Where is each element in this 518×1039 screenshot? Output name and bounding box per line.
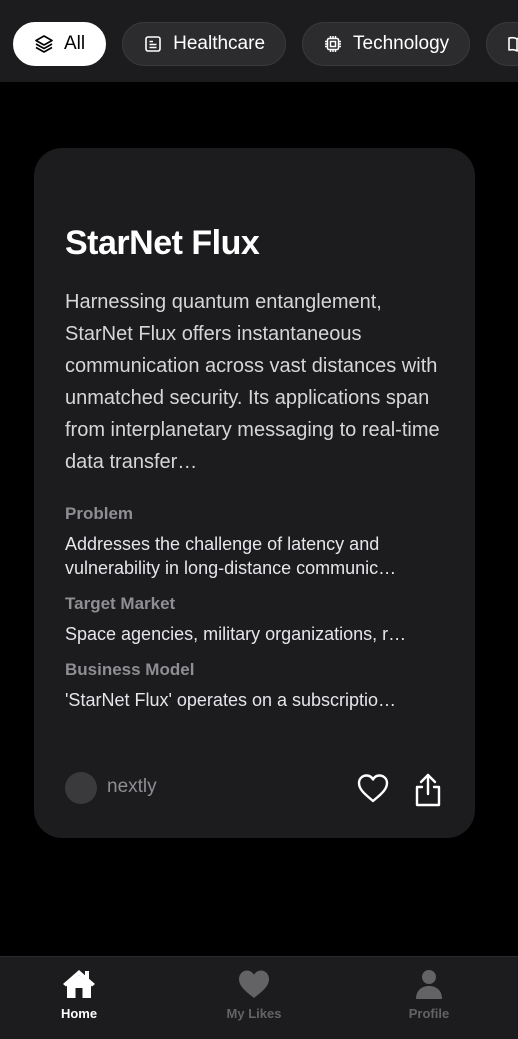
section-value: Addresses the challenge of latency and v… [65,534,397,578]
category-chips: All Healthcare Technology [13,22,518,66]
tab-home[interactable]: Home [19,967,139,1021]
problem-section: Problem Addresses the challenge of laten… [65,504,445,580]
section-label: Target Market [65,594,176,613]
document-icon [143,34,163,54]
heart-icon [239,970,269,998]
card-description: Harnessing quantum entanglement, StarNet… [65,291,440,473]
like-button[interactable] [356,772,390,806]
category-chip-healthcare[interactable]: Healthcare [122,22,287,66]
category-chip-label: Technology [353,33,450,54]
category-bar: All Healthcare Technology [0,0,518,82]
layers-icon [34,34,54,54]
person-icon [416,970,442,999]
section-label: Problem [65,504,134,523]
home-icon [63,970,95,998]
tab-profile[interactable]: Profile [369,967,489,1021]
cpu-chip-icon [323,34,343,54]
tab-my-likes[interactable]: My Likes [194,967,314,1021]
idea-card[interactable]: StarNet Flux Harnessing quantum entangle… [34,148,475,838]
category-chip-more[interactable] [486,22,518,66]
category-chip-all[interactable]: All [13,22,107,66]
tab-bar: Home My Likes Profile [0,956,518,1039]
book-icon [507,34,518,54]
target-market-section: Target Market Space agencies, military o… [65,594,445,646]
author-name[interactable]: nextly [107,776,157,798]
section-value: Space agencies, military organizations, … [65,624,407,644]
section-value: 'StarNet Flux' operates on a subscriptio… [65,690,397,710]
share-icon [415,773,441,807]
category-chip-label: Healthcare [173,33,266,54]
category-chip-technology[interactable]: Technology [302,22,471,66]
category-chip-label: All [64,33,86,54]
tab-label: Profile [408,1006,450,1021]
tab-label: My Likes [226,1006,282,1021]
tab-label: Home [60,1006,98,1021]
section-label: Business Model [65,660,195,679]
business-model-section: Business Model 'StarNet Flux' operates o… [65,660,445,712]
heart-outline-icon [357,774,389,803]
author-avatar[interactable] [65,772,97,804]
share-button[interactable] [412,772,444,808]
card-title: StarNet Flux [65,224,260,262]
